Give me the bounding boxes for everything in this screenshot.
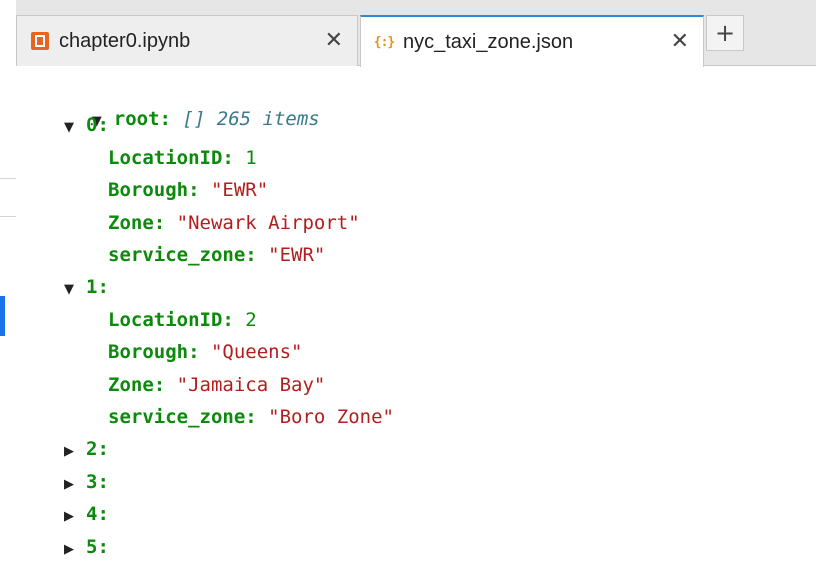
add-tab-button[interactable]: + <box>706 15 744 51</box>
root-item-count: 265 items <box>216 108 320 130</box>
item-index-key: 0 <box>86 114 98 136</box>
tree-item-row[interactable]: ▶ 3: <box>64 469 109 495</box>
colon: : <box>245 406 269 428</box>
field-key: LocationID <box>108 309 223 331</box>
colon: : <box>153 374 177 396</box>
tab-label: nyc_taxi_zone.json <box>403 30 574 53</box>
root-type: [] <box>182 108 206 130</box>
tab-bar: chapter0.ipynb ✕ {:} nyc_taxi_zone.json … <box>16 0 816 67</box>
field-number-value: 2 <box>245 309 257 331</box>
field-string-value: "Queens" <box>210 341 303 363</box>
item-index-key: 1 <box>86 276 98 298</box>
field-row: LocationID: 1 <box>108 145 257 171</box>
field-number-value: 1 <box>245 147 257 169</box>
collapsed-arrow-icon[interactable]: ▶ <box>64 472 86 498</box>
collapsed-arrow-icon[interactable]: ▶ <box>64 504 86 530</box>
tree-root-row[interactable]: ▼ root: [] 265 items <box>46 80 320 130</box>
notebook-icon <box>31 32 49 50</box>
tab-label: chapter0.ipynb <box>59 29 191 52</box>
tree-item-row[interactable]: ▼ 1: <box>64 274 109 300</box>
item-index-key: 5 <box>86 536 98 558</box>
field-key: Borough <box>108 341 189 363</box>
colon: : <box>97 536 109 558</box>
item-index-key: 4 <box>86 503 98 525</box>
colon: : <box>153 212 177 234</box>
field-key: Borough <box>108 179 189 201</box>
root-key: root <box>113 108 160 130</box>
field-row: Borough: "EWR" <box>108 177 268 203</box>
colon: : <box>97 438 109 460</box>
tree-item-row[interactable]: ▼ 0: <box>64 112 109 138</box>
field-row: LocationID: 2 <box>108 307 257 333</box>
field-string-value: "EWR" <box>210 179 269 201</box>
field-key: service_zone <box>108 406 246 428</box>
json-tree-viewer: ▼ root: [] 265 items ▼ 0: LocationID: 1 Boro… <box>0 66 816 570</box>
field-string-value: "Jamaica Bay" <box>176 374 326 396</box>
tree-item-row[interactable]: ▶ 5: <box>64 534 109 560</box>
field-row: service_zone: "EWR" <box>108 242 325 268</box>
json-file-icon: {:} <box>373 34 396 50</box>
collapsed-arrow-icon[interactable]: ▶ <box>64 537 86 563</box>
colon: : <box>222 309 246 331</box>
colon: : <box>97 114 109 136</box>
tree-item-row[interactable]: ▶ 2: <box>64 436 109 462</box>
field-string-value: "Boro Zone" <box>268 406 395 428</box>
field-row: Zone: "Newark Airport" <box>108 210 360 236</box>
tab-nyc-taxi-zone-json[interactable]: {:} nyc_taxi_zone.json ✕ <box>360 15 704 67</box>
expand-arrow-icon[interactable]: ▼ <box>64 277 86 303</box>
field-row: Zone: "Jamaica Bay" <box>108 372 325 398</box>
colon: : <box>159 108 183 130</box>
colon: : <box>188 341 211 363</box>
expand-arrow-icon[interactable]: ▼ <box>64 115 86 141</box>
collapsed-arrow-icon[interactable]: ▶ <box>64 439 86 465</box>
colon: : <box>97 471 109 493</box>
close-icon[interactable]: ✕ <box>671 31 689 53</box>
close-icon[interactable]: ✕ <box>325 30 343 52</box>
field-key: LocationID <box>108 147 223 169</box>
colon: : <box>245 244 269 266</box>
tab-chapter0-notebook[interactable]: chapter0.ipynb ✕ <box>16 15 358 66</box>
field-string-value: "EWR" <box>268 244 326 266</box>
colon: : <box>97 276 109 298</box>
field-key: Zone <box>108 374 154 396</box>
field-key: service_zone <box>108 244 246 266</box>
field-string-value: "Newark Airport" <box>176 212 360 234</box>
field-row: service_zone: "Boro Zone" <box>108 404 394 430</box>
item-index-key: 3 <box>86 471 98 493</box>
tree-item-row[interactable]: ▶ 4: <box>64 501 109 527</box>
item-index-key: 2 <box>86 438 98 460</box>
colon: : <box>188 179 211 201</box>
field-key: Zone <box>108 212 154 234</box>
field-row: Borough: "Queens" <box>108 339 302 365</box>
colon: : <box>97 503 109 525</box>
colon: : <box>222 147 246 169</box>
